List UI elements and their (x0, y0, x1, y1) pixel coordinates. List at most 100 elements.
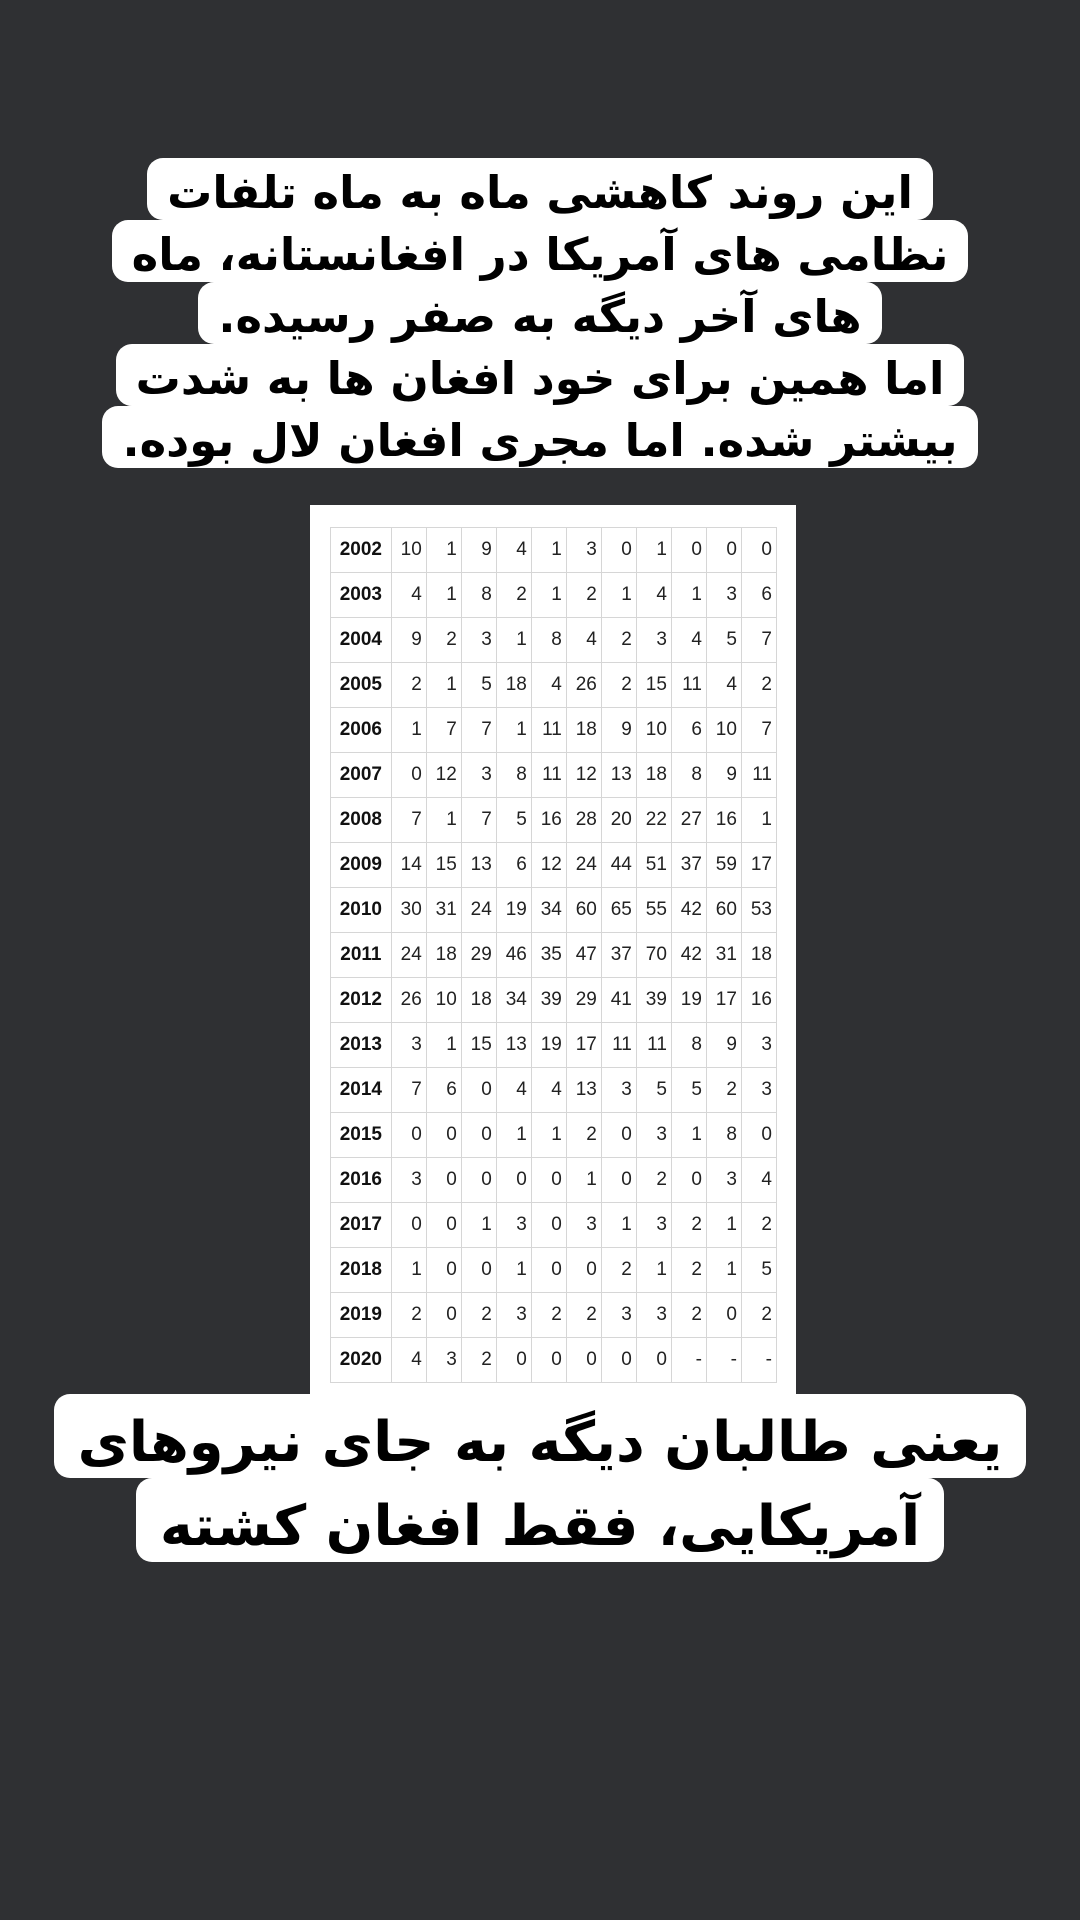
top-caption: این روند کاهشی ماه به ماه تلفات نظامی ها… (0, 158, 1080, 468)
value-cell: 0 (740, 1112, 778, 1158)
year-cell: 2014 (330, 1067, 392, 1113)
value-cell: 0 (635, 1337, 672, 1383)
value-cell: 18 (495, 662, 532, 708)
value-cell: 16 (740, 977, 778, 1023)
value-cell: 2 (390, 662, 427, 708)
value-cell: 2 (670, 1202, 707, 1248)
value-cell: 19 (530, 1022, 567, 1068)
value-cell: 3 (635, 1292, 672, 1338)
value-cell: - (740, 1337, 778, 1383)
value-cell: 3 (495, 1292, 532, 1338)
value-cell: 7 (390, 797, 427, 843)
value-cell: 11 (530, 707, 567, 753)
value-cell: 18 (635, 752, 672, 798)
value-cell: 1 (425, 527, 462, 573)
value-cell: 42 (670, 887, 707, 933)
value-cell: 0 (425, 1292, 462, 1338)
value-cell: 5 (670, 1067, 707, 1113)
table-row: 2003 4 1 8 2 1 2 1 4 1 3 6 (330, 572, 778, 618)
value-cell: 4 (530, 1067, 567, 1113)
value-cell: 14 (390, 842, 427, 888)
bottom-caption-line: یعنی طالبان دیگه به جای نیروهای (53, 1394, 1027, 1478)
value-cell: 2 (460, 1292, 497, 1338)
value-cell: 51 (635, 842, 672, 888)
value-cell: 26 (390, 977, 427, 1023)
table-row: 2005 2 1 5 18 4 26 2 15 11 4 2 (330, 662, 778, 708)
value-cell: 4 (495, 527, 532, 573)
value-cell: 0 (390, 752, 427, 798)
value-cell: 7 (390, 1067, 427, 1113)
year-cell: 2013 (330, 1022, 392, 1068)
value-cell: 0 (495, 1337, 532, 1383)
casualty-table-body: 2002 10 1 9 4 1 3 0 1 0 0 0 2003 4 1 8 2 1 2 1 4 1 3 6 2004 9 2 3 1 8… (330, 527, 778, 1383)
value-cell: 0 (460, 1112, 497, 1158)
value-cell: 2 (740, 1202, 778, 1248)
value-cell: 1 (635, 1247, 672, 1293)
value-cell: 2 (600, 662, 637, 708)
value-cell: 13 (600, 752, 637, 798)
year-cell: 2007 (330, 752, 392, 798)
value-cell: - (705, 1337, 742, 1383)
value-cell: 9 (705, 1022, 742, 1068)
value-cell: 4 (495, 1067, 532, 1113)
table-row: 2018 1 0 0 1 0 0 2 1 2 1 5 (330, 1247, 778, 1293)
value-cell: 7 (740, 617, 778, 663)
value-cell: 0 (565, 1337, 602, 1383)
year-cell: 2008 (330, 797, 392, 843)
value-cell: 0 (460, 1247, 497, 1293)
value-cell: 3 (635, 1202, 672, 1248)
value-cell: 3 (705, 1157, 742, 1203)
value-cell: 3 (390, 1022, 427, 1068)
value-cell: 18 (740, 932, 778, 978)
value-cell: 18 (425, 932, 462, 978)
table-row: 2012 26 10 18 34 39 29 41 39 19 17 16 (330, 977, 778, 1023)
value-cell: 2 (740, 662, 778, 708)
value-cell: 34 (530, 887, 567, 933)
value-cell: 1 (530, 572, 567, 618)
value-cell: 46 (495, 932, 532, 978)
value-cell: 2 (670, 1247, 707, 1293)
value-cell: 39 (635, 977, 672, 1023)
value-cell: 18 (565, 707, 602, 753)
value-cell: 9 (460, 527, 497, 573)
value-cell: 15 (635, 662, 672, 708)
value-cell: 4 (740, 1157, 778, 1203)
table-row: 2014 7 6 0 4 4 13 3 5 5 2 3 (330, 1067, 778, 1113)
value-cell: 5 (740, 1247, 778, 1293)
value-cell: 16 (530, 797, 567, 843)
value-cell: 31 (705, 932, 742, 978)
value-cell: 0 (390, 1112, 427, 1158)
value-cell: 10 (705, 707, 742, 753)
value-cell: 3 (425, 1337, 462, 1383)
year-cell: 2004 (330, 617, 392, 663)
value-cell: 13 (495, 1022, 532, 1068)
value-cell: 8 (705, 1112, 742, 1158)
value-cell: 8 (670, 752, 707, 798)
value-cell: 6 (670, 707, 707, 753)
value-cell: 9 (600, 707, 637, 753)
value-cell: 4 (530, 662, 567, 708)
value-cell: 0 (390, 1202, 427, 1248)
value-cell: 3 (565, 527, 602, 573)
value-cell: 1 (425, 797, 462, 843)
value-cell: 1 (705, 1202, 742, 1248)
value-cell: 24 (460, 887, 497, 933)
value-cell: 20 (600, 797, 637, 843)
value-cell: 2 (565, 572, 602, 618)
value-cell: 1 (670, 1112, 707, 1158)
value-cell: 17 (740, 842, 778, 888)
value-cell: 0 (530, 1337, 567, 1383)
value-cell: 3 (460, 617, 497, 663)
value-cell: 13 (460, 842, 497, 888)
value-cell: 1 (600, 1202, 637, 1248)
value-cell: 0 (530, 1247, 567, 1293)
value-cell: 1 (425, 1022, 462, 1068)
value-cell: 1 (495, 1112, 532, 1158)
value-cell: 1 (390, 707, 427, 753)
value-cell: 1 (425, 662, 462, 708)
table-row: 2008 7 1 7 5 16 28 20 22 27 16 1 (330, 797, 778, 843)
value-cell: 0 (600, 1112, 637, 1158)
table-row: 2006 1 7 7 1 11 18 9 10 6 10 7 (330, 707, 778, 753)
value-cell: 1 (390, 1247, 427, 1293)
top-caption-line: نظامی های آمریکا در افغانستانه، ماه (111, 220, 969, 282)
